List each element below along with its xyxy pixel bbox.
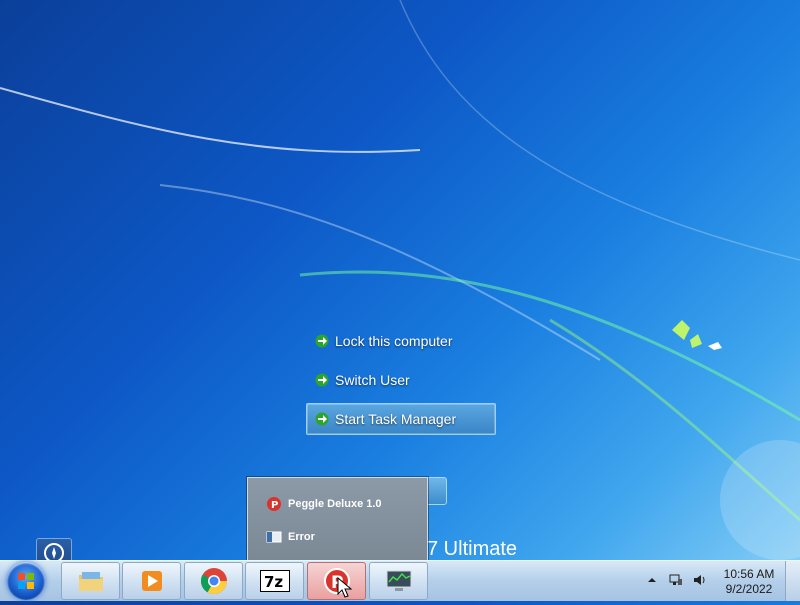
taskbar: 7z P 10:56 AM 9/2/2022 bbox=[0, 560, 800, 601]
jumplist-item-error[interactable]: Error bbox=[266, 529, 315, 545]
security-options-menu: Lock this computer Switch User Start Tas… bbox=[306, 325, 496, 442]
start-button[interactable] bbox=[7, 562, 45, 600]
clock-date: 9/2/2022 bbox=[725, 582, 773, 596]
switch-user-option[interactable]: Switch User bbox=[306, 364, 496, 396]
clock-time: 10:56 AM bbox=[723, 567, 775, 581]
network-icon[interactable] bbox=[669, 573, 683, 587]
taskbar-jumplist-popup: P Peggle Deluxe 1.0 Error bbox=[247, 477, 428, 561]
jumplist-item-peggle[interactable]: P Peggle Deluxe 1.0 bbox=[266, 496, 382, 512]
system-tray bbox=[645, 573, 707, 587]
green-arrow-icon bbox=[315, 334, 329, 348]
taskbar-7zip[interactable]: 7z bbox=[245, 562, 304, 600]
volume-icon[interactable] bbox=[693, 573, 707, 587]
green-arrow-icon bbox=[315, 373, 329, 387]
chrome-icon bbox=[200, 568, 227, 595]
taskbar-task-manager[interactable] bbox=[369, 562, 428, 600]
mouse-cursor-icon bbox=[337, 577, 353, 598]
taskbar-clock[interactable]: 10:56 AM 9/2/2022 bbox=[718, 567, 780, 597]
windows-edition-text: 7 Ultimate bbox=[427, 538, 518, 560]
svg-text:P: P bbox=[271, 500, 278, 511]
start-task-manager-label: Start Task Manager bbox=[335, 411, 457, 427]
taskbar-file-explorer[interactable] bbox=[61, 562, 120, 600]
monitor-icon bbox=[386, 570, 411, 591]
peggle-icon: P bbox=[267, 497, 281, 511]
partially-hidden-button[interactable] bbox=[425, 477, 447, 505]
switch-user-label: Switch User bbox=[335, 372, 410, 388]
lock-computer-label: Lock this computer bbox=[335, 333, 453, 349]
media-player-icon bbox=[141, 571, 162, 591]
jumplist-item-label: Error bbox=[288, 531, 315, 543]
show-desktop-button[interactable] bbox=[785, 561, 800, 601]
start-task-manager-option[interactable]: Start Task Manager bbox=[306, 403, 496, 435]
lock-computer-option[interactable]: Lock this computer bbox=[306, 325, 496, 357]
taskbar-chrome[interactable] bbox=[184, 562, 243, 600]
green-arrow-icon bbox=[315, 412, 329, 426]
svg-text:7z: 7z bbox=[264, 573, 283, 591]
jumplist-item-label: Peggle Deluxe 1.0 bbox=[288, 498, 382, 510]
windows-logo-icon bbox=[18, 573, 34, 589]
7z-icon: 7z bbox=[259, 570, 290, 592]
folder-icon bbox=[78, 572, 103, 591]
window-icon bbox=[266, 531, 282, 543]
show-hidden-icons-arrow-icon[interactable] bbox=[645, 573, 659, 587]
taskbar-media-player[interactable] bbox=[122, 562, 181, 600]
